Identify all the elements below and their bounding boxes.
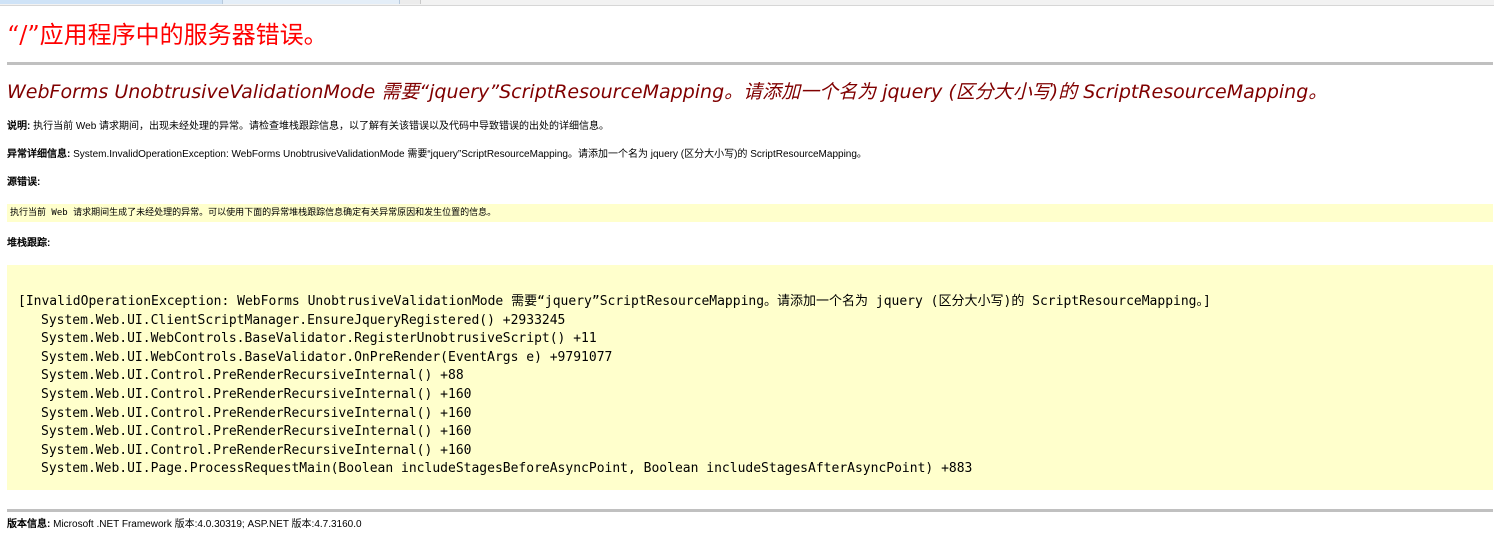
description-line: 说明: 执行当前 Web 请求期间，出现未经处理的异常。请检查堆栈跟踪信息，以了… (7, 120, 609, 134)
source-error-line: 源错误: (7, 176, 40, 190)
stack-trace-lines: [InvalidOperationException: WebForms Uno… (18, 293, 1211, 479)
stack-trace-line: 堆栈跟踪: (7, 237, 50, 251)
stack-trace-label: 堆栈跟踪: (7, 238, 51, 249)
bottom-divider (7, 509, 1493, 512)
top-divider (7, 62, 1493, 65)
stack-frame: System.Web.UI.Control.PreRenderRecursive… (41, 386, 472, 402)
version-info-label: 版本信息: (7, 519, 51, 530)
browser-tab-strip (0, 0, 1494, 6)
error-heading: WebForms UnobtrusiveValidationMode 需要“jq… (7, 81, 1328, 103)
description-text: 执行当前 Web 请求期间，出现未经处理的异常。请检查堆栈跟踪信息，以了解有关该… (30, 121, 610, 132)
browser-tab-active[interactable] (0, 0, 223, 4)
source-error-box: 执行当前 Web 请求期间生成了未经处理的异常。可以使用下面的异常堆栈跟踪信息确… (7, 204, 1493, 222)
stack-frame: System.Web.UI.Control.PreRenderRecursive… (41, 368, 464, 384)
stack-frame: System.Web.UI.Control.PreRenderRecursive… (41, 424, 472, 440)
exception-details-text: System.InvalidOperationException: WebFor… (70, 149, 867, 160)
description-label: 说明: (7, 121, 31, 132)
stack-frame: System.Web.UI.Control.PreRenderRecursive… (41, 405, 472, 421)
browser-tab[interactable] (223, 0, 400, 4)
stack-trace-box: [InvalidOperationException: WebForms Uno… (7, 265, 1493, 490)
stack-frame: System.Web.UI.Page.ProcessRequestMain(Bo… (41, 461, 973, 477)
source-error-label: 源错误: (7, 177, 41, 188)
stack-frame: System.Web.UI.Control.PreRenderRecursive… (41, 442, 472, 458)
exception-details-line: 异常详细信息: System.InvalidOperationException… (7, 148, 867, 162)
stack-frame: System.Web.UI.ClientScriptManager.Ensure… (41, 312, 566, 328)
stack-frame: System.Web.UI.WebControls.BaseValidator.… (41, 349, 613, 365)
stack-frame: System.Web.UI.WebControls.BaseValidator.… (41, 331, 597, 347)
version-info-line: 版本信息: Microsoft .NET Framework 版本:4.0.30… (7, 518, 362, 532)
version-info-text: Microsoft .NET Framework 版本:4.0.30319; A… (50, 519, 362, 530)
app-error-title: “/”应用程序中的服务器错误。 (7, 21, 328, 49)
source-error-text: 执行当前 Web 请求期间生成了未经处理的异常。可以使用下面的异常堆栈跟踪信息确… (10, 208, 497, 218)
stack-trace-exception-line: [InvalidOperationException: WebForms Uno… (18, 294, 1211, 309)
exception-details-label: 异常详细信息: (7, 149, 71, 160)
browser-tab[interactable] (400, 0, 421, 4)
